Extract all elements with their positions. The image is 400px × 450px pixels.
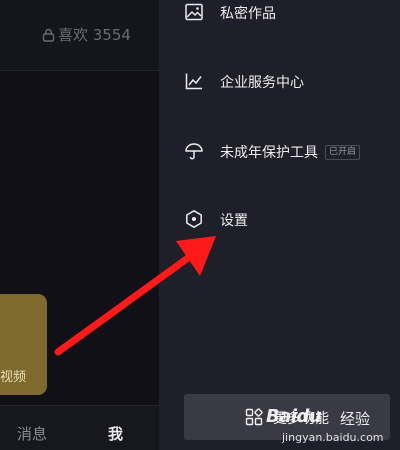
menu-item-enterprise-center[interactable]: 企业服务中心	[159, 61, 400, 101]
chart-line-icon	[184, 71, 204, 91]
menu-item-label: 企业服务中心	[220, 75, 304, 91]
likes-label: 喜欢 3554	[58, 26, 131, 44]
menu-item-minor-protection[interactable]: 未成年保护工具 已开启	[159, 131, 400, 171]
image-icon	[184, 2, 204, 22]
menu-item-label: 设置	[220, 213, 248, 229]
likes-tab[interactable]: 喜欢 3554	[42, 24, 131, 45]
lock-icon	[42, 28, 55, 42]
side-drawer-menu: 私密作品 企业服务中心 未成年保护工具 已开启 设置 更多功能	[159, 0, 400, 450]
settings-hexagon-icon	[184, 209, 204, 229]
umbrella-icon	[184, 141, 204, 161]
profile-page-background: 喜欢 3554 视频 消息 我	[0, 0, 159, 450]
promo-card-text: 视频	[0, 370, 27, 385]
grid-icon	[245, 408, 263, 426]
status-badge: 已开启	[325, 145, 361, 160]
bottom-navigation: 消息 我	[0, 405, 159, 450]
nav-messages[interactable]: 消息	[17, 423, 47, 444]
app-screen: 喜欢 3554 视频 消息 我 私密作品 企业服务中心 未成年保护工具 已开启 …	[0, 0, 400, 450]
menu-item-label: 私密作品	[220, 6, 276, 22]
more-features-button[interactable]: 更多功能	[184, 394, 390, 440]
menu-item-private-works[interactable]: 私密作品	[159, 0, 400, 32]
nav-me[interactable]: 我	[108, 423, 123, 444]
menu-item-label: 未成年保护工具	[220, 145, 318, 161]
menu-item-settings[interactable]: 设置	[159, 199, 400, 239]
more-features-label: 更多功能	[273, 411, 329, 427]
profile-tabs-bar: 喜欢 3554	[0, 0, 159, 71]
